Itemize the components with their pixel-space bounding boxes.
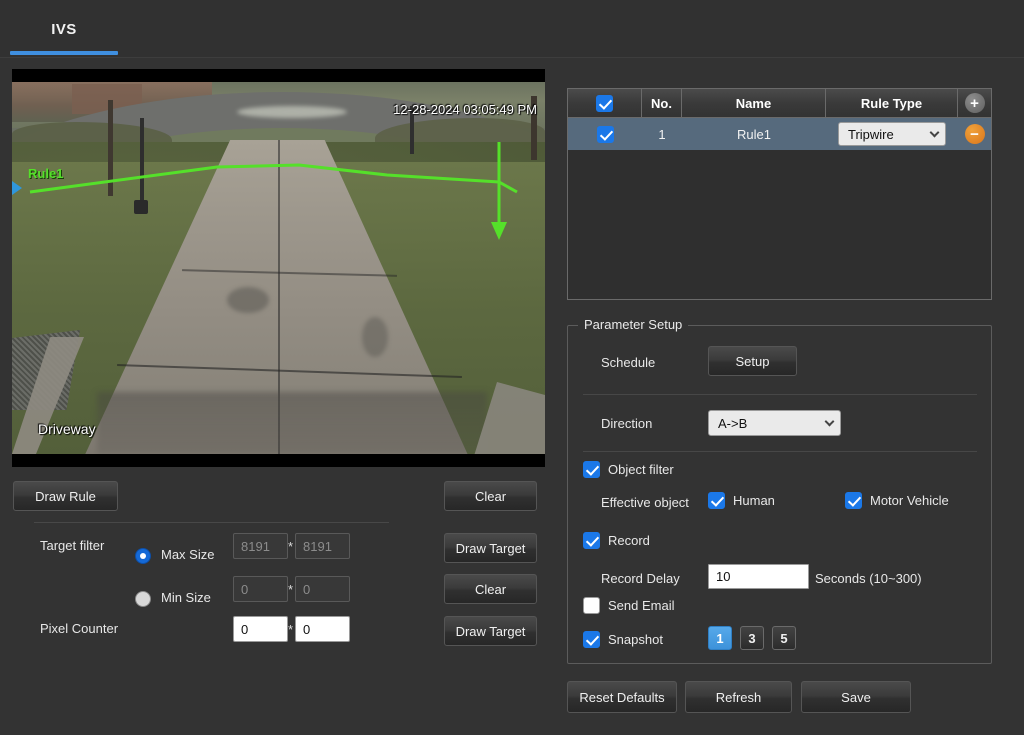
pixel-counter-separator: * — [288, 622, 294, 637]
snapshot-count-3[interactable]: 3 — [740, 626, 764, 650]
chevron-down-icon — [929, 127, 940, 138]
table-row[interactable]: 1 Rule1 Tripwire − — [568, 118, 991, 150]
rule-table-header-actions: + — [958, 89, 991, 117]
video-preview[interactable]: Rule1 12-28-2024 03:05:49 PM Driveway — [12, 69, 545, 467]
draw-rule-button[interactable]: Draw Rule — [13, 481, 118, 511]
max-size-radio[interactable] — [135, 548, 151, 564]
chevron-down-icon — [824, 416, 835, 427]
effective-object-label: Effective object — [601, 495, 689, 510]
send-email-label: Send Email — [608, 598, 675, 613]
target-filter-label: Target filter — [40, 538, 105, 553]
snapshot-count-1[interactable]: 1 — [708, 626, 732, 650]
rule-table-header-name: Name — [682, 89, 826, 117]
pixel-counter-width-input[interactable]: 0 — [233, 616, 288, 642]
parameter-setup-panel: Parameter Setup Schedule Setup Direction… — [567, 317, 992, 664]
snapshot-row[interactable]: Snapshot — [583, 631, 663, 648]
min-size-radio[interactable] — [135, 591, 151, 607]
motor-vehicle-row[interactable]: Motor Vehicle — [845, 492, 949, 509]
rule-table-header-rule-type: Rule Type — [826, 89, 958, 117]
reset-defaults-button[interactable]: Reset Defaults — [567, 681, 677, 713]
snapshot-count-group: 1 3 5 — [708, 626, 796, 650]
param-divider-2 — [583, 451, 977, 452]
save-button[interactable]: Save — [801, 681, 911, 713]
refresh-button[interactable]: Refresh — [685, 681, 792, 713]
human-label: Human — [733, 493, 775, 508]
video-frame: Rule1 12-28-2024 03:05:49 PM Driveway — [12, 82, 545, 454]
video-timestamp: 12-28-2024 03:05:49 PM — [393, 102, 537, 117]
direction-label: Direction — [601, 416, 653, 431]
left-divider — [34, 522, 389, 523]
motor-vehicle-label: Motor Vehicle — [870, 493, 949, 508]
send-email-row[interactable]: Send Email — [583, 597, 674, 614]
clear-target-button[interactable]: Clear — [444, 574, 537, 604]
row-no: 1 — [658, 126, 666, 142]
select-all-checkbox[interactable] — [596, 94, 613, 112]
direction-select[interactable]: A->B — [708, 410, 841, 436]
rule-table-header-select — [568, 89, 642, 117]
max-size-width-input[interactable]: 8191 — [233, 533, 288, 559]
min-size-label: Min Size — [161, 590, 211, 605]
draw-target-max-button[interactable]: Draw Target — [444, 533, 537, 563]
human-row[interactable]: Human — [708, 492, 775, 509]
min-size-separator: * — [288, 582, 294, 597]
snapshot-count-5[interactable]: 5 — [772, 626, 796, 650]
tab-ivs[interactable]: IVS — [10, 0, 118, 58]
direction-value: A->B — [718, 415, 748, 431]
object-filter-checkbox[interactable] — [583, 461, 600, 478]
schedule-setup-button[interactable]: Setup — [708, 346, 797, 376]
tripwire-rule-label: Rule1 — [28, 166, 64, 181]
tripwire-overlay — [29, 142, 518, 240]
max-size-separator: * — [288, 539, 294, 554]
min-size-height-input[interactable]: 0 — [295, 576, 350, 602]
row-rule-type-cell: Tripwire — [826, 118, 958, 150]
draw-target-min-button[interactable]: Draw Target — [444, 616, 537, 646]
tab-bar: IVS — [0, 0, 1024, 58]
human-checkbox[interactable] — [708, 492, 725, 509]
rule-type-value: Tripwire — [848, 126, 894, 142]
tab-ivs-label: IVS — [51, 20, 77, 38]
record-row[interactable]: Record — [583, 532, 650, 549]
object-filter-row[interactable]: Object filter — [583, 461, 674, 478]
pixel-counter-label: Pixel Counter — [40, 621, 119, 636]
row-actions-cell: − — [958, 118, 991, 150]
min-size-width-input[interactable]: 0 — [233, 576, 288, 602]
ivs-config-page: IVS Rule1 12-28-2024 03:05:49 PM Drivewa… — [0, 0, 1024, 735]
add-rule-icon[interactable]: + — [964, 93, 985, 113]
pixel-counter-height-input[interactable]: 0 — [295, 616, 350, 642]
record-delay-units: Seconds (10~300) — [815, 571, 922, 586]
tab-active-indicator — [10, 51, 118, 55]
param-divider-1 — [583, 394, 977, 395]
clear-rule-button[interactable]: Clear — [444, 481, 537, 511]
motor-vehicle-checkbox[interactable] — [845, 492, 862, 509]
rule-table-header-no: No. — [642, 89, 682, 117]
direction-marker-icon — [12, 174, 22, 202]
rule-table: No. Name Rule Type + 1 Rule1 Tripwire − — [567, 88, 992, 300]
object-filter-label: Object filter — [608, 462, 674, 477]
delete-rule-icon[interactable]: − — [964, 124, 985, 144]
video-channel-name: Driveway — [38, 421, 96, 437]
schedule-label: Schedule — [601, 355, 656, 370]
record-checkbox[interactable] — [583, 532, 600, 549]
record-delay-label: Record Delay — [601, 571, 680, 586]
row-name[interactable]: Rule1 — [682, 118, 826, 150]
record-label: Record — [608, 533, 650, 548]
snapshot-label: Snapshot — [608, 632, 663, 647]
row-select-cell — [568, 118, 642, 150]
rule-type-select[interactable]: Tripwire — [838, 122, 946, 146]
max-size-label: Max Size — [161, 547, 215, 562]
parameter-setup-legend: Parameter Setup — [578, 317, 689, 332]
max-size-height-input[interactable]: 8191 — [295, 533, 350, 559]
rule-table-header: No. Name Rule Type + — [568, 89, 991, 118]
send-email-checkbox[interactable] — [583, 597, 600, 614]
record-delay-input[interactable]: 10 — [708, 564, 809, 589]
row-checkbox[interactable] — [596, 125, 614, 143]
snapshot-checkbox[interactable] — [583, 631, 600, 648]
